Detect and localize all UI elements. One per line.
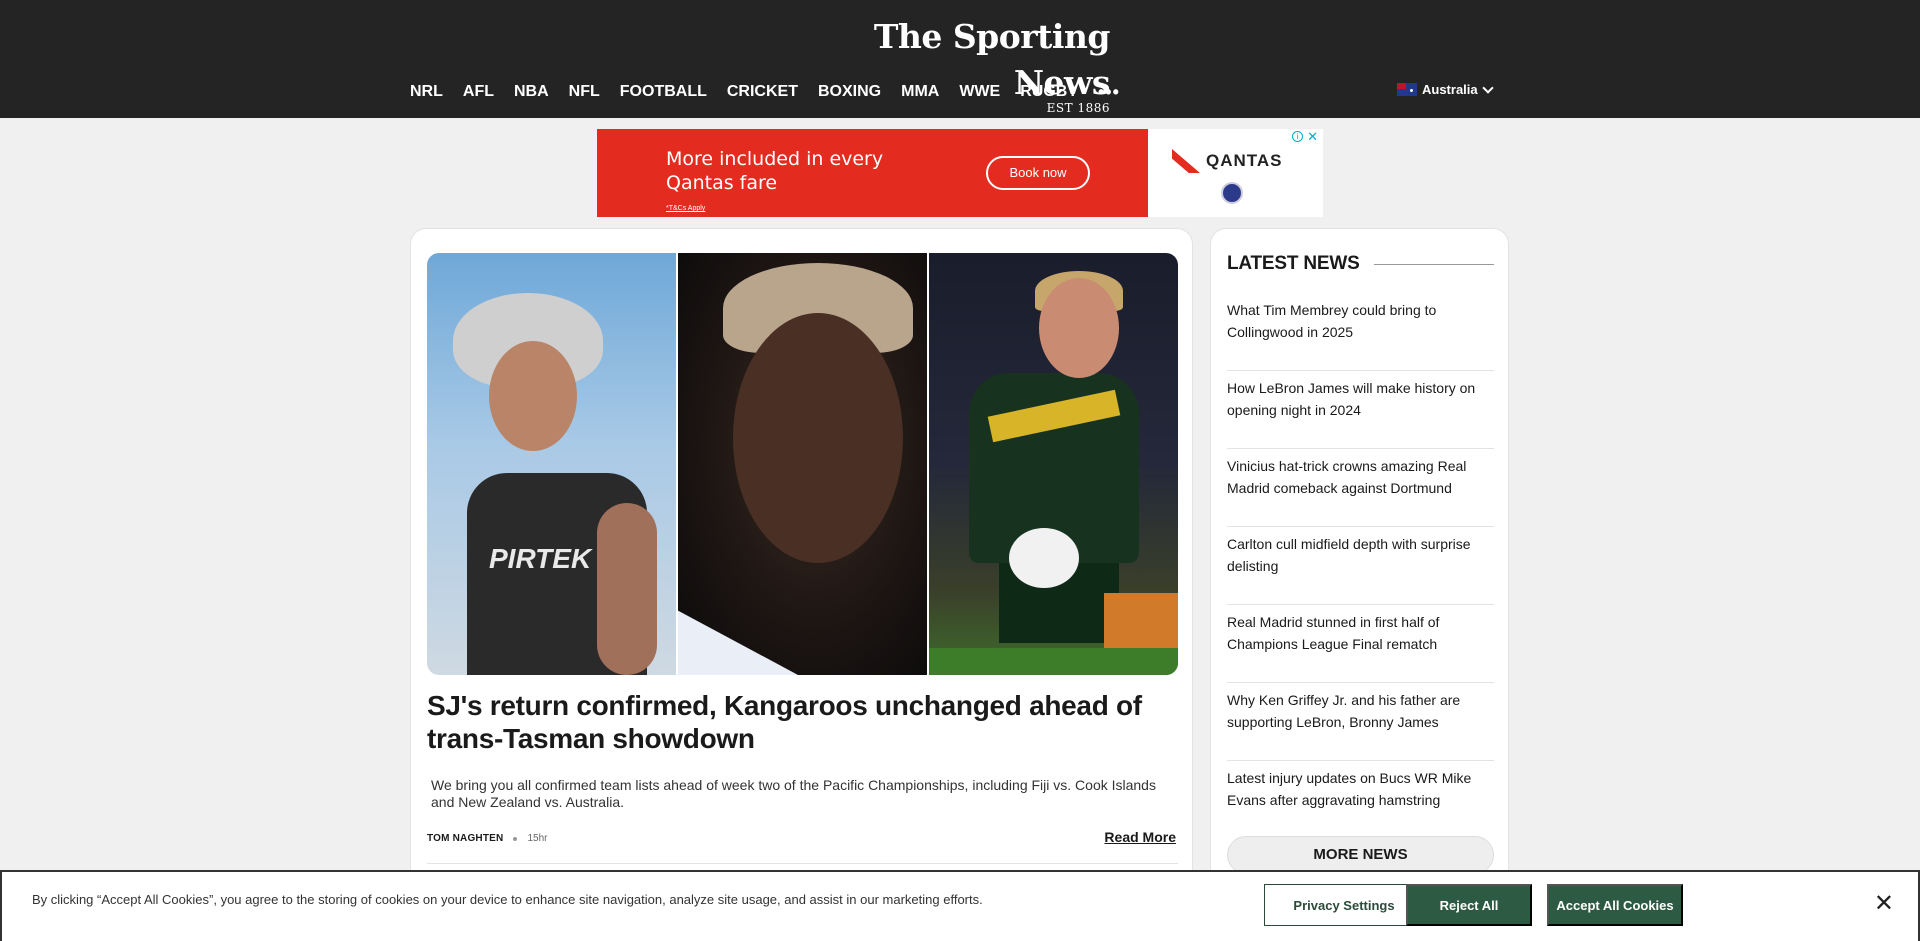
nav-item-wwe[interactable]: WWE bbox=[959, 83, 1000, 101]
news-item[interactable]: What Tim Membrey could bring to Collingw… bbox=[1227, 293, 1494, 371]
news-item[interactable]: Latest injury updates on Bucs WR Mike Ev… bbox=[1227, 761, 1494, 839]
card-divider bbox=[427, 863, 1178, 864]
accept-all-cookies-button[interactable]: Accept All Cookies bbox=[1547, 884, 1683, 926]
ad-headline: More included in every Qantas fare bbox=[666, 148, 884, 194]
latest-news-list: What Tim Membrey could bring to Collingw… bbox=[1227, 293, 1494, 839]
nav-item-mma[interactable]: MMA bbox=[901, 83, 939, 101]
hero-image[interactable]: PIRTEK bbox=[427, 253, 1178, 675]
australia-flag-icon bbox=[1397, 83, 1417, 96]
news-item[interactable]: Carlton cull midfield depth with surpris… bbox=[1227, 527, 1494, 605]
ad-close-icon[interactable]: ✕ bbox=[1307, 129, 1318, 145]
sidebar-title: LATEST NEWS bbox=[1227, 253, 1360, 274]
privacy-settings-button[interactable]: Privacy Settings bbox=[1264, 884, 1424, 926]
article-time: 15hr bbox=[527, 833, 548, 844]
region-label: Australia bbox=[1422, 82, 1478, 97]
ad-terms[interactable]: *T&Cs Apply bbox=[666, 205, 705, 212]
news-item[interactable]: Real Madrid stunned in first half of Cha… bbox=[1227, 605, 1494, 683]
player-2-face bbox=[733, 313, 903, 563]
cookie-banner: By clicking “Accept All Cookies”, you ag… bbox=[0, 870, 1920, 941]
player-1-face bbox=[489, 341, 577, 451]
advertisement-banner[interactable]: More included in every Qantas fare *T&Cs… bbox=[597, 129, 1323, 217]
ad-book-now-button[interactable]: Book now bbox=[986, 156, 1090, 190]
article-headline[interactable]: SJ's return confirmed, Kangaroos unchang… bbox=[427, 689, 1178, 755]
nav-item-football[interactable]: FOOTBALL bbox=[620, 83, 707, 101]
qantas-logo: QANTAS bbox=[1172, 147, 1302, 175]
separator-dot-icon bbox=[513, 836, 518, 841]
more-news-button[interactable]: MORE NEWS bbox=[1227, 836, 1494, 874]
ad-red-panel: More included in every Qantas fare *T&Cs… bbox=[597, 129, 1148, 217]
player-3-face bbox=[1039, 278, 1119, 378]
hero-panel-player-2 bbox=[678, 253, 927, 675]
news-item[interactable]: Why Ken Griffey Jr. and his father are s… bbox=[1227, 683, 1494, 761]
stadium-signage bbox=[1104, 593, 1178, 648]
player-2-collar bbox=[678, 610, 798, 675]
qantas-wordmark: QANTAS bbox=[1206, 151, 1283, 170]
shirt-sponsor: PIRTEK bbox=[489, 543, 592, 574]
reject-all-button[interactable]: Reject All bbox=[1406, 884, 1532, 926]
oneworld-seal-icon bbox=[1221, 182, 1243, 204]
article-meta: TOM NAGHTEN 15hr bbox=[427, 833, 547, 844]
sidebar-header: LATEST NEWS bbox=[1227, 253, 1494, 275]
read-more-link[interactable]: Read More bbox=[1104, 829, 1176, 845]
news-item[interactable]: How LeBron James will make history on op… bbox=[1227, 371, 1494, 449]
article-author[interactable]: TOM NAGHTEN bbox=[427, 833, 503, 844]
nav-item-cricket[interactable]: CRICKET bbox=[727, 83, 798, 101]
grass bbox=[929, 648, 1178, 675]
nav-item-rugby[interactable]: RUGBY bbox=[1020, 83, 1078, 101]
site-header: The Sporting News EST 1886 NRL AFL NBA N… bbox=[0, 0, 1920, 118]
kangaroo-tail-icon bbox=[1172, 149, 1200, 173]
more-nav-icon[interactable]: ••• bbox=[1098, 83, 1120, 101]
nav-item-boxing[interactable]: BOXING bbox=[818, 83, 881, 101]
featured-article-card: PIRTEK SJ's return confirmed, Kangaroos … bbox=[410, 228, 1193, 941]
close-icon[interactable]: ✕ bbox=[1874, 892, 1894, 916]
nav-item-nrl[interactable]: NRL bbox=[410, 83, 443, 101]
adchoices-icon[interactable]: i bbox=[1292, 131, 1303, 142]
latest-news-sidebar: LATEST NEWS What Tim Membrey could bring… bbox=[1210, 228, 1509, 941]
football-icon bbox=[1009, 528, 1079, 588]
nav-item-afl[interactable]: AFL bbox=[463, 83, 494, 101]
cookie-message: By clicking “Accept All Cookies”, you ag… bbox=[32, 892, 983, 907]
article-summary: We bring you all confirmed team lists ah… bbox=[431, 777, 1156, 810]
region-selector[interactable]: Australia bbox=[1397, 81, 1494, 97]
hero-panel-player-1: PIRTEK bbox=[427, 253, 676, 675]
hero-panel-player-3 bbox=[929, 253, 1178, 675]
chevron-down-icon bbox=[1481, 81, 1494, 94]
nav-item-nba[interactable]: NBA bbox=[514, 83, 549, 101]
main-nav: NRL AFL NBA NFL FOOTBALL CRICKET BOXING … bbox=[410, 80, 1120, 104]
sidebar-title-rule bbox=[1373, 263, 1494, 265]
news-item[interactable]: Vinicius hat-trick crowns amazing Real M… bbox=[1227, 449, 1494, 527]
nav-item-nfl[interactable]: NFL bbox=[569, 83, 600, 101]
player-1-arm bbox=[597, 503, 657, 675]
